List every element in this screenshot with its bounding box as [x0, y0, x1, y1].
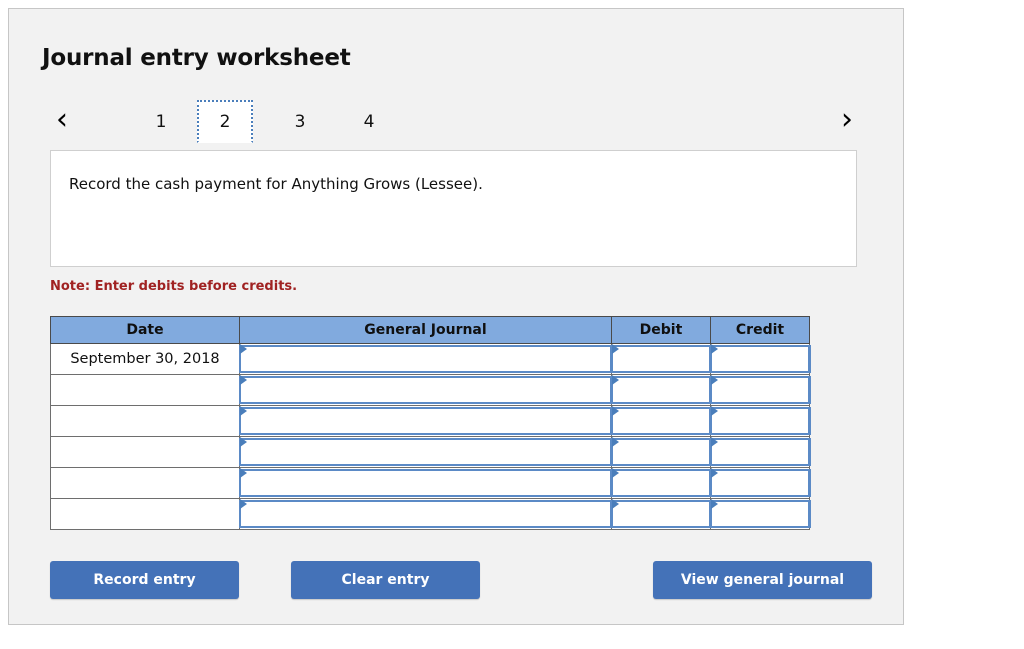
debit-input[interactable]: [611, 407, 712, 435]
column-header-general-journal: General Journal: [239, 316, 612, 344]
credit-cell[interactable]: [710, 467, 811, 499]
dropdown-triangle-icon: [240, 468, 247, 478]
table-row: September 30, 2018: [50, 343, 811, 375]
tab-2[interactable]: 2: [197, 100, 253, 143]
page-title: Journal entry worksheet: [42, 45, 351, 71]
table-row: [50, 374, 811, 406]
date-cell[interactable]: [50, 467, 240, 499]
column-header-date: Date: [50, 316, 240, 344]
view-general-journal-button[interactable]: View general journal: [653, 561, 872, 599]
debit-input[interactable]: [611, 438, 712, 466]
date-cell[interactable]: [50, 436, 240, 468]
credit-input[interactable]: [710, 438, 811, 466]
column-header-debit: Debit: [611, 316, 711, 344]
general-journal-cell[interactable]: [239, 405, 613, 437]
general-journal-cell[interactable]: [239, 436, 613, 468]
dropdown-triangle-icon: [612, 344, 619, 354]
chevron-left-icon[interactable]: ‹: [42, 97, 82, 143]
general-journal-cell[interactable]: [239, 467, 613, 499]
debit-input[interactable]: [611, 376, 712, 404]
debit-cell[interactable]: [611, 405, 712, 437]
table-row: [50, 436, 811, 468]
dropdown-triangle-icon: [240, 375, 247, 385]
tab-4[interactable]: 4: [341, 100, 397, 143]
dropdown-triangle-icon: [711, 406, 718, 416]
general-journal-input[interactable]: [239, 438, 613, 466]
debit-cell[interactable]: [611, 436, 712, 468]
debit-input[interactable]: [611, 345, 712, 373]
dropdown-triangle-icon: [711, 344, 718, 354]
dropdown-triangle-icon: [240, 437, 247, 447]
date-cell[interactable]: September 30, 2018: [50, 343, 240, 375]
dropdown-triangle-icon: [612, 375, 619, 385]
debit-input[interactable]: [611, 500, 712, 528]
table-header-row: Date General Journal Debit Credit: [50, 316, 810, 344]
date-cell[interactable]: [50, 374, 240, 406]
dropdown-triangle-icon: [612, 406, 619, 416]
date-cell[interactable]: [50, 405, 240, 437]
general-journal-cell[interactable]: [239, 343, 613, 375]
credit-input[interactable]: [710, 345, 811, 373]
table-row: [50, 498, 811, 530]
general-journal-input[interactable]: [239, 345, 613, 373]
dropdown-triangle-icon: [240, 344, 247, 354]
tab-1[interactable]: 1: [133, 100, 189, 143]
debit-cell[interactable]: [611, 374, 712, 406]
debit-cell[interactable]: [611, 343, 712, 375]
general-journal-input[interactable]: [239, 407, 613, 435]
instruction-box: Record the cash payment for Anything Gro…: [50, 150, 857, 267]
credit-input[interactable]: [710, 407, 811, 435]
credit-cell[interactable]: [710, 436, 811, 468]
dropdown-triangle-icon: [711, 499, 718, 509]
record-entry-button[interactable]: Record entry: [50, 561, 239, 599]
general-journal-cell[interactable]: [239, 374, 613, 406]
credit-input[interactable]: [710, 500, 811, 528]
general-journal-cell[interactable]: [239, 498, 613, 530]
tab-3[interactable]: 3: [272, 100, 328, 143]
dropdown-triangle-icon: [711, 437, 718, 447]
date-cell[interactable]: [50, 498, 240, 530]
general-journal-input[interactable]: [239, 469, 613, 497]
general-journal-input[interactable]: [239, 376, 613, 404]
dropdown-triangle-icon: [240, 499, 247, 509]
credit-input[interactable]: [710, 376, 811, 404]
table-row: [50, 405, 811, 437]
debit-cell[interactable]: [611, 467, 712, 499]
journal-entry-table: Date General Journal Debit Credit Septem…: [50, 316, 811, 530]
credit-cell[interactable]: [710, 343, 811, 375]
debit-cell[interactable]: [611, 498, 712, 530]
credit-input[interactable]: [710, 469, 811, 497]
dropdown-triangle-icon: [711, 375, 718, 385]
chevron-right-icon[interactable]: ›: [827, 97, 867, 143]
tab-navigation: ‹ 1 2 3 4 ›: [42, 97, 882, 144]
column-header-credit: Credit: [710, 316, 810, 344]
worksheet-panel: Journal entry worksheet ‹ 1 2 3 4 › Reco…: [8, 8, 904, 625]
dropdown-triangle-icon: [612, 468, 619, 478]
dropdown-triangle-icon: [612, 437, 619, 447]
credit-cell[interactable]: [710, 498, 811, 530]
instruction-text: Record the cash payment for Anything Gro…: [69, 175, 483, 193]
credit-cell[interactable]: [710, 374, 811, 406]
general-journal-input[interactable]: [239, 500, 613, 528]
dropdown-triangle-icon: [612, 499, 619, 509]
clear-entry-button[interactable]: Clear entry: [291, 561, 480, 599]
dropdown-triangle-icon: [711, 468, 718, 478]
debits-before-credits-note: Note: Enter debits before credits.: [50, 279, 298, 294]
debit-input[interactable]: [611, 469, 712, 497]
dropdown-triangle-icon: [240, 406, 247, 416]
screenshot-root: Journal entry worksheet ‹ 1 2 3 4 › Reco…: [0, 0, 1024, 649]
table-row: [50, 467, 811, 499]
credit-cell[interactable]: [710, 405, 811, 437]
